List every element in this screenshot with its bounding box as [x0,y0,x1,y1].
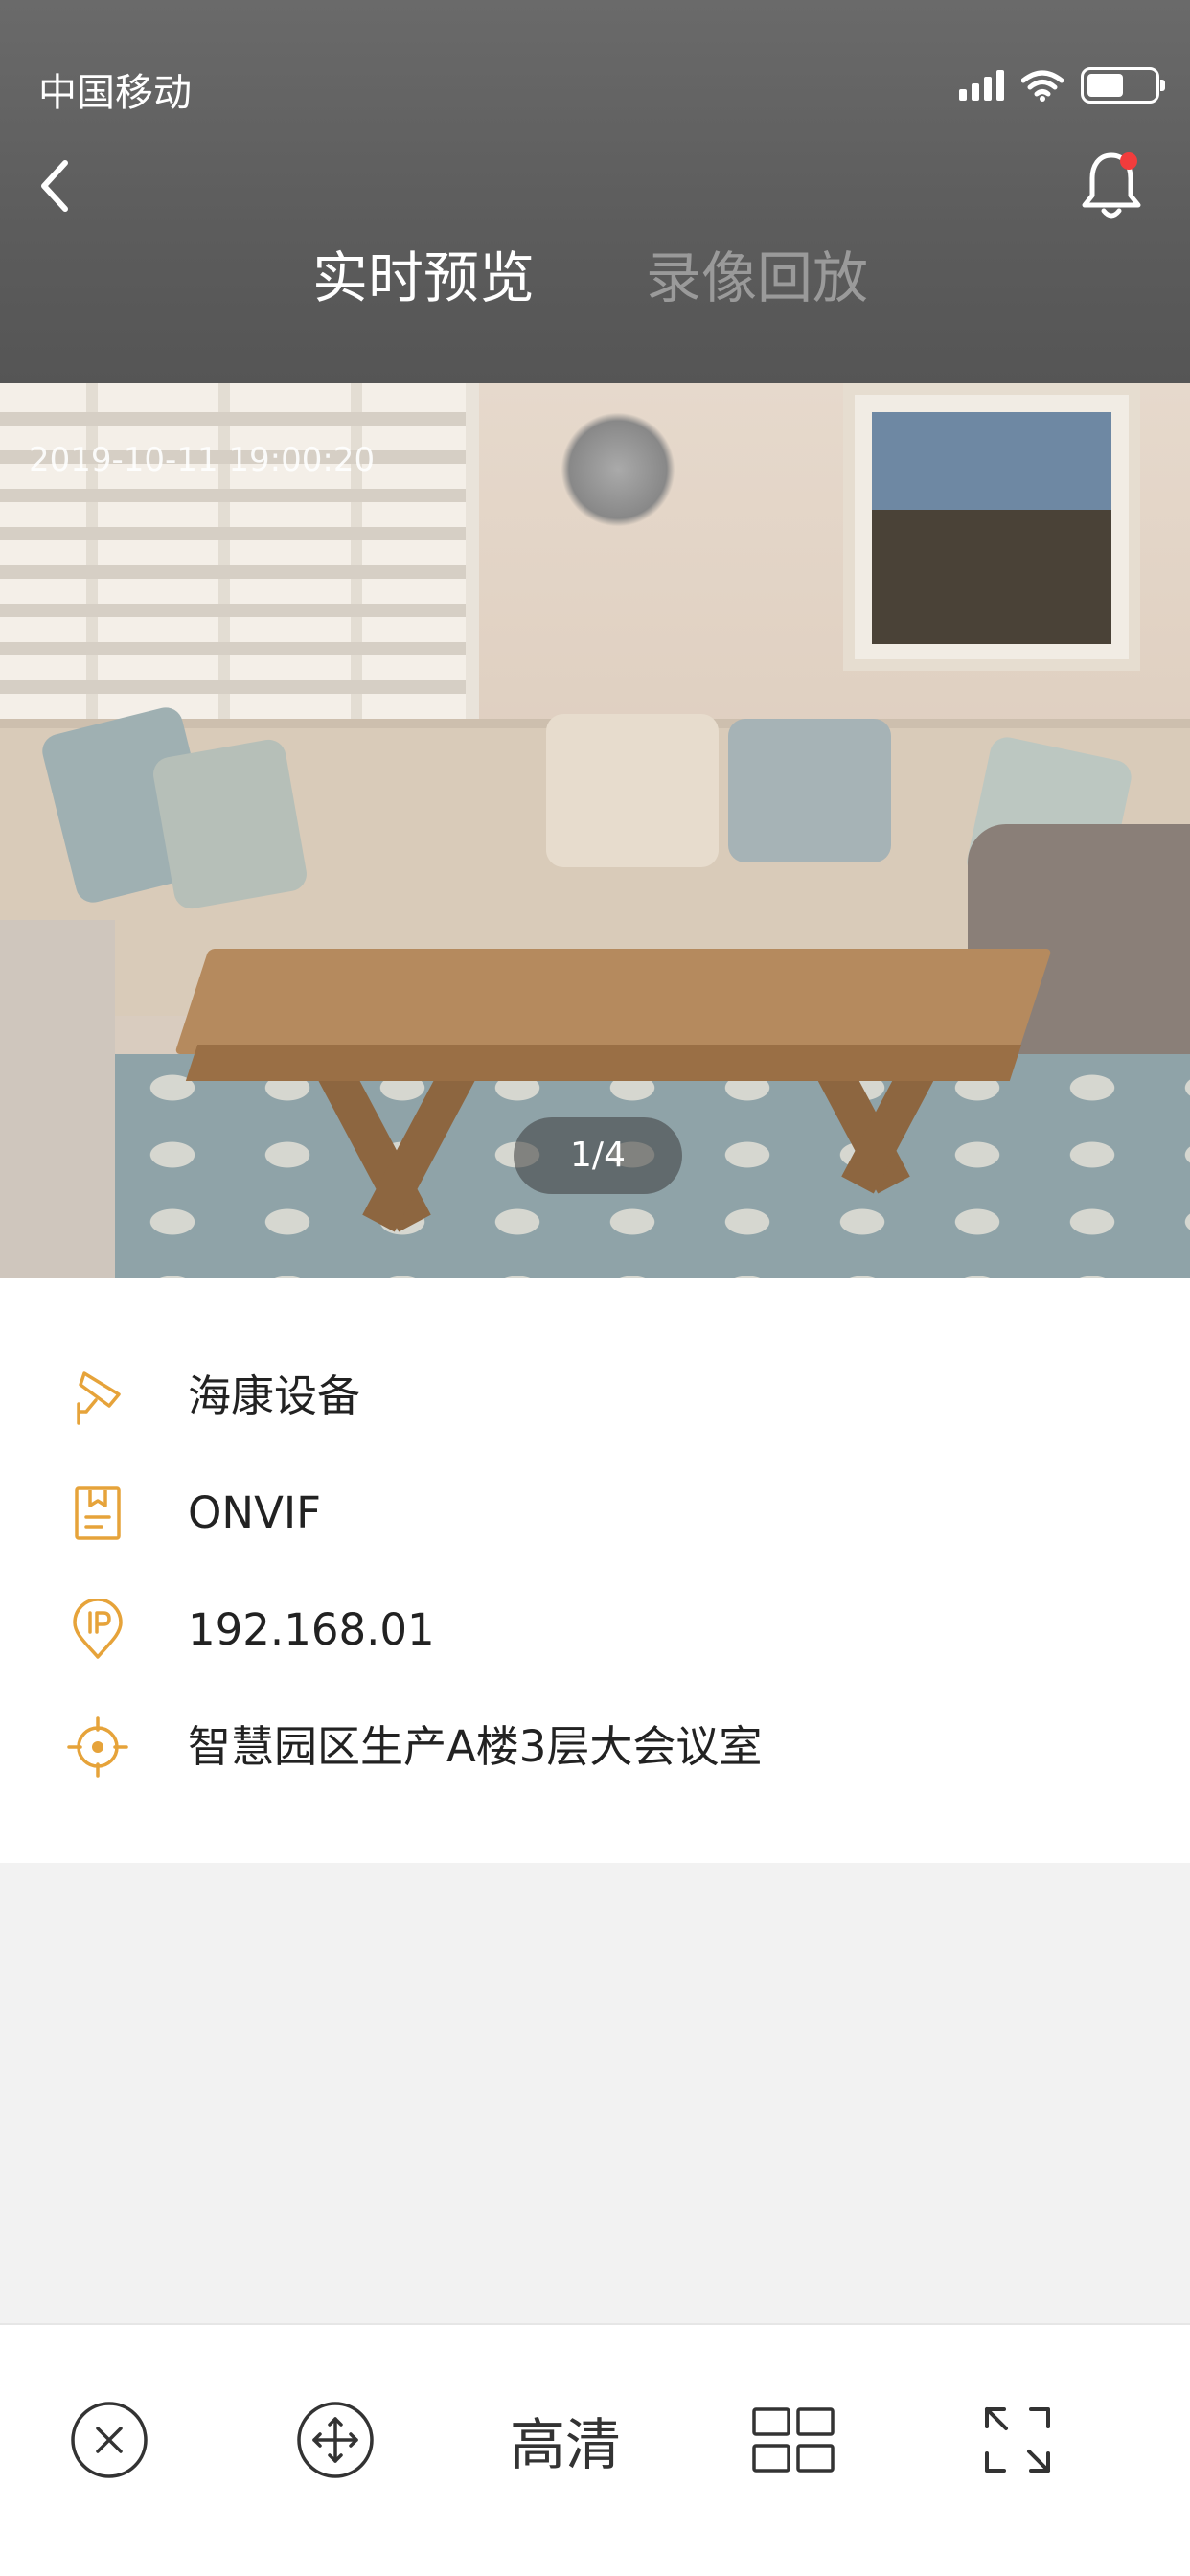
tab-live-preview[interactable]: 实时预览 [312,240,535,316]
window-shutters [0,383,479,728]
ptz-button[interactable] [289,2382,381,2497]
device-ip-row: 192.168.01 [0,1587,1190,1673]
device-brand: 海康设备 [188,1370,361,1421]
wifi-icon [1021,70,1064,102]
control-toolbar: 高清 [0,2323,1190,2576]
status-bar: 中国移动 [0,0,1190,153]
protocol-doc-icon [75,1486,121,1540]
quality-button[interactable]: 高清 [498,2382,632,2497]
carrier-label: 中国移动 [38,71,192,115]
signal-icon [959,70,1004,101]
device-brand-row: 海康设备 [0,1353,1190,1439]
device-info-panel: 海康设备 ONVIF 192.168.01 智慧园区生产A楼3层大会议室 [0,1278,1190,1863]
header: 中国移动 实时预览 录像回放 [0,0,1190,383]
grid-layout-icon [752,2407,835,2472]
chevron-left-icon[interactable] [33,153,79,218]
camera-icon [77,1371,121,1425]
device-location: 智慧园区生产A楼3层大会议室 [188,1721,763,1772]
ptz-move-icon [297,2402,374,2478]
status-icons [959,67,1165,104]
close-circle-icon [71,2402,148,2478]
fullscreen-icon [985,2407,1050,2472]
notification-badge [1120,152,1137,170]
location-target-icon [67,1716,128,1778]
view-tabs: 实时预览 录像回放 [0,240,1190,316]
coffee-table [174,949,1052,1054]
device-protocol: ONVIF [188,1487,322,1538]
tab-playback[interactable]: 录像回放 [646,240,868,316]
battery-icon [1081,67,1165,104]
fullscreen-button[interactable] [970,2382,1065,2497]
grid-layout-button[interactable] [745,2382,841,2497]
device-protocol-row: ONVIF [0,1470,1190,1556]
wall-painting [843,383,1140,671]
close-button[interactable] [63,2382,155,2497]
bell-icon[interactable] [1077,146,1146,222]
video-timestamp: 2019-10-11 19:00:20 [29,441,376,479]
camera-pager: 1/4 [514,1117,682,1194]
device-ip: 192.168.01 [188,1604,435,1655]
ip-pin-icon [73,1599,123,1659]
device-location-row: 智慧园区生产A楼3层大会议室 [0,1704,1190,1790]
